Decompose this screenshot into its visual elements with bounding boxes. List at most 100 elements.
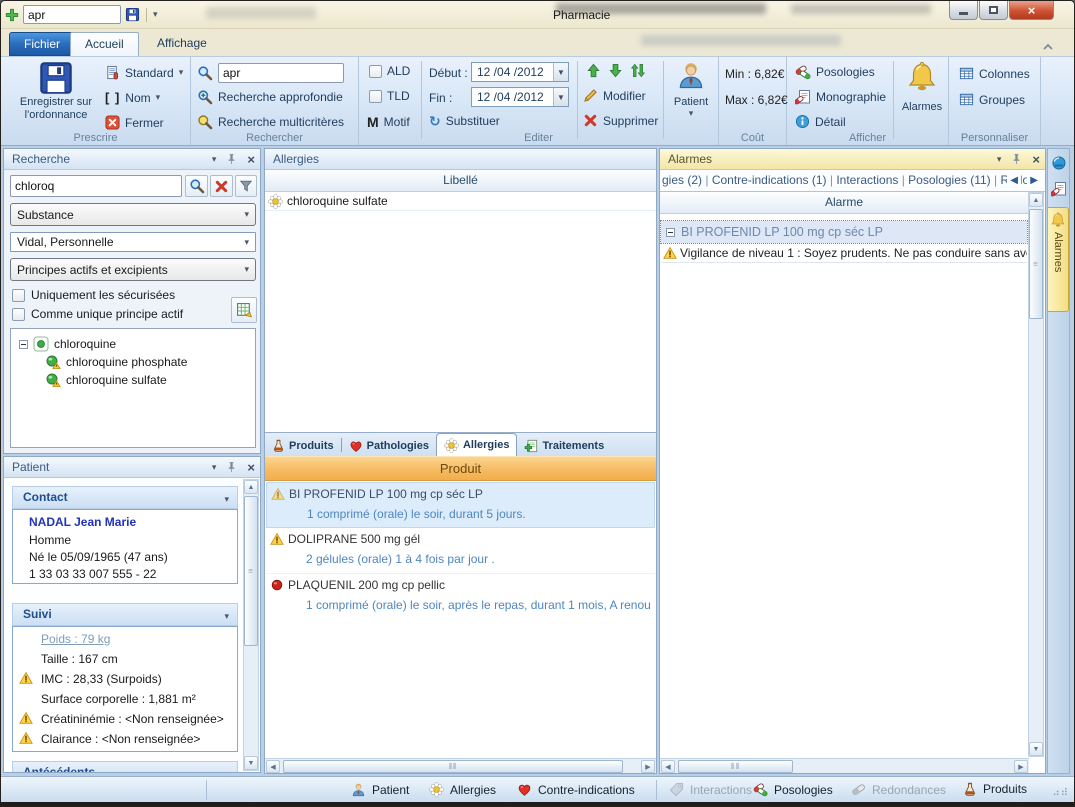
produit-row[interactable]: PLAQUENIL 200 mg cp pellic 1 comprimé (o… bbox=[266, 574, 655, 620]
alarm-tab[interactable]: Contre-indications (1) bbox=[702, 173, 827, 187]
quick-search-input[interactable] bbox=[23, 5, 121, 24]
produit-column-header[interactable]: Produit bbox=[265, 456, 656, 481]
panel-close-icon[interactable]: × bbox=[247, 461, 255, 474]
export-grid-button[interactable] bbox=[231, 297, 257, 323]
save-icon[interactable] bbox=[125, 7, 140, 22]
scroll-thumb[interactable]: ≡ bbox=[244, 496, 258, 646]
alarm-tab[interactable]: gies (2) bbox=[662, 173, 702, 187]
panel-close-icon[interactable]: × bbox=[1032, 153, 1040, 166]
securisees-checkbox-row[interactable]: Uniquement les sécurisées bbox=[12, 288, 175, 302]
group-collapse-icon[interactable] bbox=[666, 228, 675, 237]
substituer-button[interactable]: ↻ Substituer bbox=[429, 114, 500, 128]
alarm-tab[interactable]: Interactions bbox=[827, 173, 899, 187]
modifier-button[interactable]: Modifier bbox=[583, 88, 646, 103]
tld-checkbox-row[interactable]: TLD bbox=[369, 89, 410, 103]
tld-checkbox[interactable] bbox=[369, 90, 382, 103]
alarmes-button[interactable]: Alarmes bbox=[897, 61, 947, 114]
pin-icon[interactable] bbox=[225, 461, 238, 474]
scroll-up-icon[interactable]: ▲ bbox=[1029, 193, 1043, 207]
monographie-icon[interactable] bbox=[1051, 181, 1067, 197]
alarmes-side-tab[interactable]: Alarmes bbox=[1048, 207, 1069, 312]
tab-accueil[interactable]: Accueil bbox=[70, 32, 139, 56]
fermer-button[interactable]: Fermer bbox=[105, 115, 164, 130]
enregistrer-ordonnance-button[interactable]: Enregistrer sur l'ordonnance bbox=[11, 60, 101, 122]
tree-collapse-icon[interactable] bbox=[19, 340, 28, 349]
libelle-column-header[interactable]: Libellé bbox=[265, 170, 656, 192]
tabs-scroll-right-icon[interactable]: ▶ bbox=[1027, 170, 1041, 191]
scroll-right-icon[interactable]: ▶ bbox=[1014, 760, 1028, 773]
tab-affichage[interactable]: Affichage bbox=[143, 32, 221, 56]
panel-menu-icon[interactable]: ▾ bbox=[212, 155, 217, 164]
scroll-down-icon[interactable]: ▼ bbox=[1029, 742, 1043, 756]
contact-section-header[interactable]: Contact ▾ bbox=[12, 486, 238, 509]
alarme-column-header[interactable]: Alarme bbox=[660, 192, 1028, 214]
scroll-left-icon[interactable]: ◀ bbox=[266, 760, 280, 773]
move-down-icon[interactable] bbox=[608, 63, 623, 78]
collapse-ribbon-icon[interactable] bbox=[1040, 39, 1056, 55]
tab-pathologies[interactable]: Pathologies bbox=[342, 435, 436, 456]
debut-date-picker[interactable]: 12 /04 /2012 ▼ bbox=[471, 62, 569, 82]
scroll-down-icon[interactable]: ▼ bbox=[244, 756, 258, 770]
scroll-right-icon[interactable]: ▶ bbox=[641, 760, 655, 773]
tree-node-root[interactable]: chloroquine bbox=[19, 336, 116, 352]
panel-menu-icon[interactable]: ▾ bbox=[997, 155, 1002, 164]
patient-button[interactable]: Patient ▾ bbox=[667, 60, 715, 118]
tab-produits[interactable]: Produits bbox=[265, 435, 341, 456]
search-icon[interactable] bbox=[197, 65, 213, 81]
detail-button[interactable]: Détail bbox=[795, 114, 846, 129]
status-produits[interactable]: Produits bbox=[963, 782, 1027, 796]
panel-menu-icon[interactable]: ▾ bbox=[212, 463, 217, 472]
scroll-up-icon[interactable]: ▲ bbox=[244, 480, 258, 494]
search-go-button[interactable] bbox=[185, 175, 208, 197]
recherche-search-input[interactable] bbox=[10, 175, 182, 197]
securisees-checkbox[interactable] bbox=[12, 289, 25, 302]
alarm-category-tabs[interactable]: gies (2)Contre-indications (1)Interactio… bbox=[660, 170, 1045, 192]
search-clear-button[interactable] bbox=[210, 175, 233, 197]
poids-link[interactable]: Poids : 79 kg bbox=[41, 632, 110, 646]
move-up-icon[interactable] bbox=[586, 63, 601, 78]
colonnes-button[interactable]: Colonnes bbox=[959, 66, 1030, 81]
alarm-scrollbar[interactable]: ▲ ≡ ▼ bbox=[1028, 192, 1044, 757]
antecedents-section-header[interactable]: Antécédents ▾ bbox=[12, 761, 238, 773]
tab-traitements[interactable]: Traitements bbox=[517, 435, 611, 456]
pin-icon[interactable] bbox=[225, 153, 238, 166]
produit-row[interactable]: DOLIPRANE 500 mg gél 2 gélules (orale) 1… bbox=[266, 528, 655, 574]
status-patient[interactable]: Patient bbox=[351, 782, 409, 797]
produit-row[interactable]: BI PROFENID LP 100 mg cp séc LP 1 compri… bbox=[266, 482, 655, 528]
minimize-button[interactable] bbox=[949, 1, 978, 20]
recherche-multicriteres-button[interactable]: Recherche multicritères bbox=[197, 114, 344, 130]
scroll-thumb[interactable]: ≡ bbox=[1029, 209, 1043, 319]
close-button[interactable]: × bbox=[1009, 1, 1054, 20]
detail-sphere-icon[interactable] bbox=[1051, 155, 1067, 171]
principes-dropdown[interactable]: Principes actifs et excipients▾ bbox=[10, 258, 256, 281]
tree-node-child[interactable]: chloroquine sulfate bbox=[45, 372, 167, 388]
status-allergies[interactable]: Allergies bbox=[429, 782, 496, 797]
ald-checkbox[interactable] bbox=[369, 65, 382, 78]
recherche-approfondie-button[interactable]: Recherche approfondie bbox=[197, 89, 343, 105]
alarm-row[interactable]: Vigilance de niveau 1 : Soyez prudents. … bbox=[661, 244, 1027, 263]
move-both-icon[interactable] bbox=[630, 63, 646, 78]
groupes-button[interactable]: Groupes bbox=[959, 92, 1025, 107]
alarm-tab[interactable]: Posologies (11) bbox=[898, 173, 990, 187]
source-dropdown[interactable]: Vidal, Personnelle▾ bbox=[10, 232, 256, 252]
allergy-row[interactable]: chloroquine sulfate bbox=[265, 192, 656, 211]
resize-grip[interactable]: ⣠⣴ bbox=[1052, 785, 1069, 796]
principe-actif-checkbox-row[interactable]: Comme unique principe actif bbox=[12, 307, 183, 321]
tree-node-child[interactable]: chloroquine phosphate bbox=[45, 354, 187, 370]
status-interactions[interactable]: Interactions bbox=[669, 782, 752, 797]
status-contre-indications[interactable]: Contre-indications bbox=[517, 782, 635, 797]
nom-button[interactable]: [ ] Nom▾ bbox=[105, 90, 160, 105]
tab-allergies[interactable]: Allergies bbox=[436, 433, 517, 456]
status-posologies[interactable]: Posologies bbox=[753, 782, 833, 797]
new-plus-icon[interactable] bbox=[5, 8, 19, 22]
restore-button[interactable] bbox=[979, 1, 1008, 20]
motif-button[interactable]: MMotif bbox=[367, 114, 410, 130]
patient-scrollbar[interactable]: ▲ ≡ ▼ bbox=[243, 479, 259, 771]
chevron-down-icon[interactable]: ▼ bbox=[553, 88, 568, 106]
status-redondances[interactable]: Redondances bbox=[851, 782, 946, 797]
ribbon-search-input[interactable] bbox=[218, 63, 344, 83]
alarm-group-row[interactable]: BI PROFENID LP 100 mg cp séc LP bbox=[661, 221, 1027, 243]
panel-close-icon[interactable]: × bbox=[247, 153, 255, 166]
fin-date-picker[interactable]: 12 /04 /2012 ▼ bbox=[471, 87, 569, 107]
substance-dropdown[interactable]: Substance▾ bbox=[10, 203, 256, 226]
